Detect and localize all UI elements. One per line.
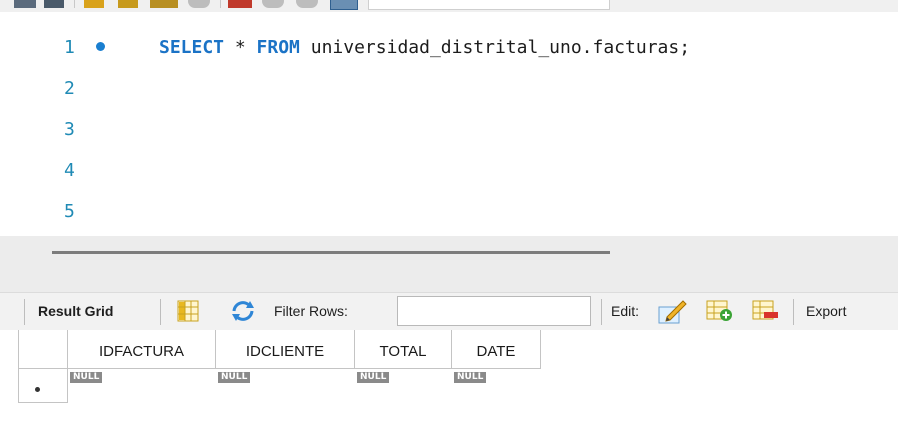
result-toolbar: Result Grid Filter Rows: Edit: Export bbox=[0, 292, 898, 331]
edit-label: Edit: bbox=[611, 303, 640, 319]
statement-marker-icon bbox=[96, 42, 105, 51]
toolbar-separator bbox=[74, 0, 75, 8]
filter-rows-input[interactable] bbox=[397, 296, 591, 326]
toolbar-separator bbox=[793, 299, 794, 325]
editor-splitter[interactable] bbox=[0, 236, 898, 292]
grid-layout-icon[interactable] bbox=[177, 300, 199, 322]
limit-rows-select[interactable] bbox=[368, 0, 610, 10]
sql-editor[interactable]: 1 2 3 4 5 SELECT * FROM universidad_dist… bbox=[0, 12, 898, 236]
line-number: 3 bbox=[64, 119, 75, 140]
line-number: 4 bbox=[64, 160, 75, 181]
toggle-icon[interactable] bbox=[228, 0, 252, 8]
result-grid-tab[interactable]: Result Grid bbox=[38, 303, 113, 319]
cell-total-null[interactable]: NULL bbox=[357, 372, 390, 383]
add-row-icon[interactable] bbox=[706, 299, 734, 323]
stop-icon[interactable] bbox=[188, 0, 210, 8]
row-bullet-icon bbox=[35, 387, 40, 392]
column-header-idfactura[interactable]: IDFACTURA bbox=[68, 330, 216, 369]
open-folder-icon[interactable] bbox=[14, 0, 36, 8]
column-header-date[interactable]: DATE bbox=[452, 330, 541, 369]
toolbar-separator bbox=[220, 0, 221, 8]
new-row-marker[interactable] bbox=[18, 369, 68, 403]
toolbar-separator bbox=[601, 299, 602, 325]
save-icon[interactable] bbox=[44, 0, 64, 8]
line-number: 5 bbox=[64, 201, 75, 222]
top-toolbar bbox=[0, 0, 898, 12]
column-header-total[interactable]: TOTAL bbox=[355, 330, 452, 369]
column-header-idcliente[interactable]: IDCLIENTE bbox=[216, 330, 355, 369]
explain-icon[interactable] bbox=[150, 0, 178, 8]
sql-star: * bbox=[224, 37, 257, 58]
execute-icon[interactable] bbox=[84, 0, 104, 8]
execute-statement-icon[interactable] bbox=[118, 0, 138, 8]
toolbar-separator bbox=[24, 299, 25, 325]
line-number: 2 bbox=[64, 78, 75, 99]
rollback-icon[interactable] bbox=[296, 0, 318, 8]
sql-keyword-select: SELECT bbox=[159, 37, 225, 58]
sql-table-name: universidad_distrital_uno.facturas; bbox=[299, 37, 691, 58]
sql-keyword-from: FROM bbox=[256, 37, 300, 58]
pencil-edit-icon[interactable] bbox=[657, 297, 687, 325]
cell-idfactura-null[interactable]: NULL bbox=[70, 372, 103, 383]
horizontal-scrollbar[interactable] bbox=[52, 251, 610, 254]
autocommit-icon[interactable] bbox=[330, 0, 358, 10]
line-number: 1 bbox=[64, 37, 75, 58]
delete-row-icon[interactable] bbox=[752, 299, 780, 323]
grid-corner-cell bbox=[18, 330, 68, 369]
filter-rows-label: Filter Rows: bbox=[274, 303, 348, 319]
cell-idcliente-null[interactable]: NULL bbox=[218, 372, 251, 383]
result-grid[interactable]: IDFACTURA IDCLIENTE TOTAL DATE NULL NULL… bbox=[0, 330, 898, 433]
cell-date-null[interactable]: NULL bbox=[454, 372, 487, 383]
refresh-arrows-icon[interactable] bbox=[230, 299, 256, 323]
commit-icon[interactable] bbox=[262, 0, 284, 8]
export-button[interactable]: Export bbox=[806, 303, 846, 319]
sql-query-line[interactable]: SELECT * FROM universidad_distrital_uno.… bbox=[159, 37, 690, 58]
toolbar-separator bbox=[160, 299, 161, 325]
